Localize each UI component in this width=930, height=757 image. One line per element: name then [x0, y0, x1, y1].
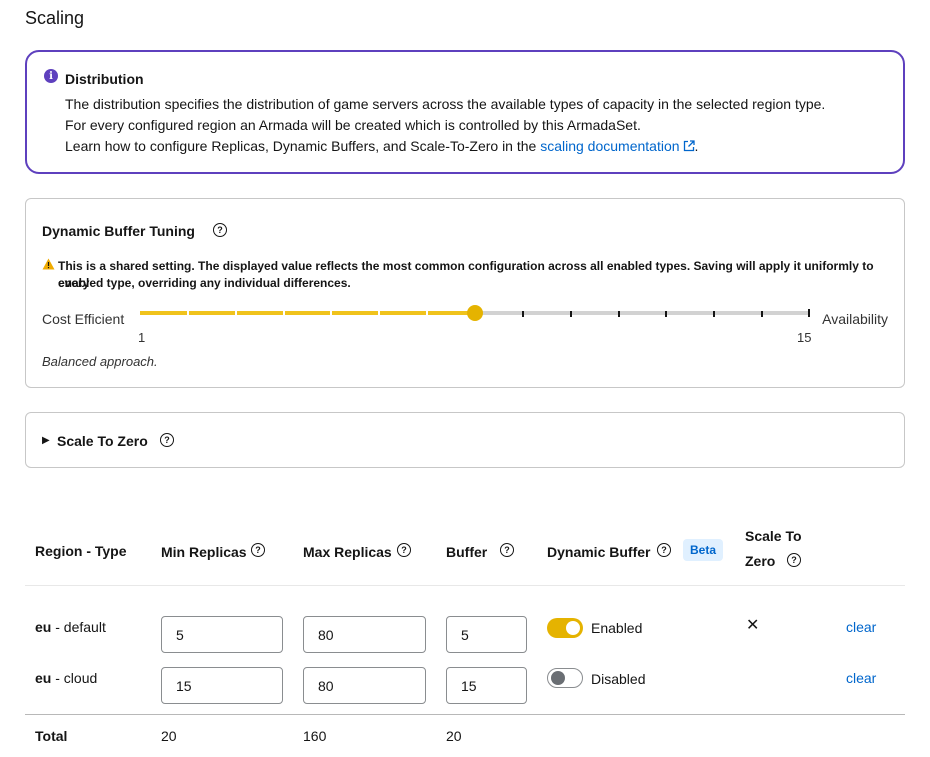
row-1-dynamic-buffer-toggle[interactable]	[547, 618, 583, 638]
slider-tick	[186, 311, 189, 315]
header-buffer: Buffer	[446, 544, 488, 560]
total-label: Total	[35, 728, 68, 744]
slider-description: Balanced approach.	[42, 354, 158, 369]
question-circle-icon[interactable]: ?	[160, 433, 174, 447]
header-scale-to-zero-line-1: Scale To	[745, 528, 802, 544]
row-2-dynamic-buffer-toggle[interactable]	[547, 668, 583, 688]
row-2-max-replicas-input[interactable]	[303, 667, 426, 704]
slider-right-label: Availability	[822, 311, 888, 327]
slider-min-label: 1	[138, 330, 146, 345]
row-1-dynamic-buffer-label: Enabled	[591, 620, 643, 636]
slider-max-label: 15	[797, 330, 812, 345]
question-circle-icon[interactable]: ?	[251, 543, 265, 557]
slider-tick	[713, 311, 716, 317]
row-1-clear-link[interactable]: clear	[846, 619, 876, 635]
question-circle-icon[interactable]: ?	[213, 223, 227, 237]
question-circle-icon[interactable]: ?	[397, 543, 411, 557]
region-separator: -	[51, 670, 64, 686]
slider-tick-end	[808, 309, 810, 317]
slider-tick	[617, 311, 620, 317]
region-separator: -	[51, 619, 64, 635]
slider-thumb[interactable]	[467, 305, 483, 321]
scaling-documentation-link[interactable]: scaling documentation	[540, 138, 695, 154]
dynamic-buffer-slider[interactable]	[140, 303, 810, 323]
slider-tick	[521, 311, 524, 317]
slider-tick	[761, 311, 764, 317]
external-link-icon[interactable]	[683, 140, 695, 152]
scale-to-zero-title[interactable]: Scale To Zero	[57, 433, 148, 449]
region-type: cloud	[63, 670, 98, 686]
alert-line-3-prefix: Learn how to configure Replicas, Dynamic…	[65, 138, 541, 154]
slider-track-fill	[140, 311, 475, 315]
info-circle-icon: i	[44, 69, 58, 83]
scale-to-zero-expandable[interactable]: ▶ Scale To Zero ?	[25, 412, 905, 468]
row-2-clear-link[interactable]: clear	[846, 670, 876, 686]
table-row-1-region: eu - default	[35, 619, 106, 635]
slider-left-label: Cost Efficient	[42, 311, 125, 327]
slider-tick	[665, 311, 668, 317]
slider-tick	[330, 311, 333, 315]
row-2-min-replicas-input[interactable]	[161, 667, 283, 704]
shared-setting-warning-line-2: enabled type, overriding any individual …	[58, 276, 351, 290]
slider-tick	[378, 311, 381, 315]
header-divider	[25, 585, 905, 586]
page-title: Scaling	[25, 8, 85, 28]
toggle-knob	[566, 621, 580, 635]
question-circle-icon[interactable]: ?	[500, 543, 514, 557]
row-2-dynamic-buffer-label: Disabled	[591, 671, 646, 687]
region-name: eu	[35, 670, 52, 686]
row-1-max-replicas-input[interactable]	[303, 616, 426, 653]
total-buffer: 20	[446, 728, 462, 744]
header-dynamic-buffer: Dynamic Buffer	[547, 544, 651, 560]
header-region-type: Region - Type	[35, 543, 127, 559]
times-icon: ✕	[746, 617, 760, 634]
alert-line-3-suffix: .	[694, 138, 699, 154]
slider-tick	[282, 311, 285, 315]
table-row-2-region: eu - cloud	[35, 670, 97, 686]
slider-tick	[234, 311, 237, 315]
beta-badge: Beta	[683, 539, 724, 561]
question-circle-icon[interactable]: ?	[787, 553, 801, 567]
region-type: default	[63, 619, 106, 635]
question-circle-icon[interactable]: ?	[657, 543, 671, 557]
dynamic-buffer-tuning-title: Dynamic Buffer Tuning	[42, 223, 195, 239]
dynamic-buffer-tuning-card: Dynamic Buffer Tuning ? This is a shared…	[25, 198, 905, 388]
distribution-alert: i Distribution The distribution specifie…	[25, 50, 905, 174]
region-name: eu	[35, 619, 52, 635]
header-min-replicas: Min Replicas	[161, 544, 247, 560]
total-divider	[25, 714, 905, 715]
alert-line-1: The distribution specifies the distribut…	[65, 96, 826, 112]
warning-triangle-icon	[42, 258, 55, 270]
row-1-buffer-input[interactable]	[446, 616, 527, 653]
header-scale-to-zero-line-2: Zero	[745, 553, 776, 569]
alert-line-2: For every configured region an Armada wi…	[65, 117, 641, 133]
toggle-knob	[551, 671, 565, 685]
row-1-min-replicas-input[interactable]	[161, 616, 283, 653]
caret-right-icon[interactable]: ▶	[42, 435, 50, 446]
alert-title: Distribution	[65, 71, 144, 87]
header-max-replicas: Max Replicas	[303, 544, 392, 560]
scaling-documentation-link-text[interactable]: scaling documentation	[540, 138, 679, 154]
total-min-replicas: 20	[161, 728, 177, 744]
slider-tick	[426, 311, 429, 315]
alert-line-3: Learn how to configure Replicas, Dynamic…	[65, 138, 698, 154]
slider-tick	[569, 311, 572, 317]
row-2-buffer-input[interactable]	[446, 667, 527, 704]
total-max-replicas: 160	[303, 728, 327, 744]
